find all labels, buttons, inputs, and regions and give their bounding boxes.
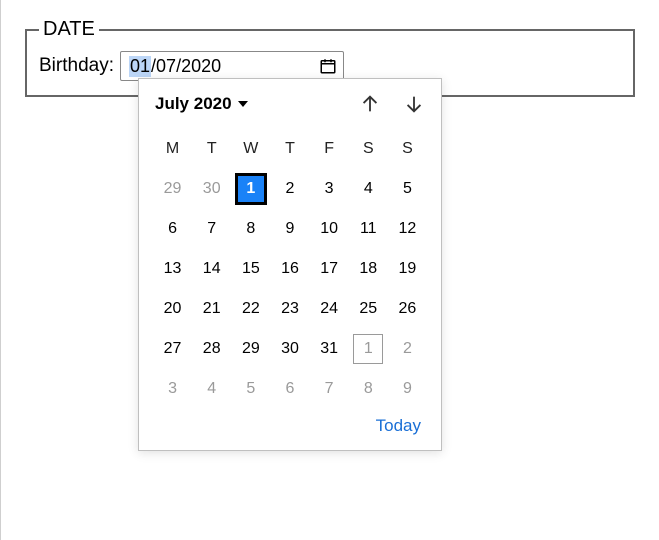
calendar-day[interactable]: 31: [310, 329, 349, 369]
weekday-header: S: [388, 129, 427, 169]
calendar-day[interactable]: 7: [192, 209, 231, 249]
calendar-day[interactable]: 27: [153, 329, 192, 369]
calendar-day[interactable]: 23: [270, 289, 309, 329]
date-month-segment[interactable]: 07: [156, 56, 176, 77]
calendar-day[interactable]: 10: [310, 209, 349, 249]
calendar-day[interactable]: 8: [231, 209, 270, 249]
weekday-header: T: [270, 129, 309, 169]
calendar-day[interactable]: 4: [192, 369, 231, 409]
birthday-date-input[interactable]: 01 / 07 / 2020: [120, 51, 344, 81]
calendar-day[interactable]: 8: [349, 369, 388, 409]
next-month-button[interactable]: [403, 93, 425, 115]
calendar-day[interactable]: 6: [270, 369, 309, 409]
picker-header: July 2020: [153, 93, 427, 117]
weekday-header: W: [231, 129, 270, 169]
calendar-day[interactable]: 5: [388, 169, 427, 209]
calendar-day[interactable]: 29: [153, 169, 192, 209]
calendar-day[interactable]: 2: [388, 329, 427, 369]
calendar-day[interactable]: 12: [388, 209, 427, 249]
calendar-day[interactable]: 18: [349, 249, 388, 289]
today-button[interactable]: Today: [376, 416, 421, 435]
calendar-day[interactable]: 4: [349, 169, 388, 209]
month-nav: [359, 93, 425, 115]
weekday-header: M: [153, 129, 192, 169]
weekday-header: T: [192, 129, 231, 169]
month-year-label: July 2020: [155, 94, 232, 114]
calendar-day[interactable]: 29: [231, 329, 270, 369]
prev-month-button[interactable]: [359, 93, 381, 115]
calendar-day[interactable]: 6: [153, 209, 192, 249]
calendar-icon[interactable]: [319, 57, 337, 75]
month-year-button[interactable]: July 2020: [155, 94, 248, 114]
calendar-day[interactable]: 22: [231, 289, 270, 329]
date-day-segment[interactable]: 01: [129, 56, 151, 77]
calendar-day[interactable]: 1: [349, 329, 388, 369]
arrow-down-icon: [403, 93, 425, 115]
date-value: 01 / 07 / 2020: [129, 56, 221, 77]
calendar-day[interactable]: 1: [231, 169, 270, 209]
calendar-day[interactable]: 16: [270, 249, 309, 289]
calendar-day[interactable]: 20: [153, 289, 192, 329]
calendar-day[interactable]: 30: [270, 329, 309, 369]
calendar-day[interactable]: 25: [349, 289, 388, 329]
date-picker-popup: July 2020 MTWTFSS 2930123456789101112131…: [138, 78, 442, 451]
calendar-day[interactable]: 24: [310, 289, 349, 329]
calendar-day[interactable]: 17: [310, 249, 349, 289]
weekday-header: F: [310, 129, 349, 169]
weekday-header: S: [349, 129, 388, 169]
calendar-grid: MTWTFSS 29301234567891011121314151617181…: [153, 129, 427, 409]
calendar-day[interactable]: 9: [270, 209, 309, 249]
calendar-day[interactable]: 21: [192, 289, 231, 329]
calendar-day[interactable]: 11: [349, 209, 388, 249]
fieldset-legend: DATE: [39, 18, 99, 41]
calendar-day[interactable]: 26: [388, 289, 427, 329]
calendar-day[interactable]: 28: [192, 329, 231, 369]
arrow-up-icon: [359, 93, 381, 115]
input-row: Birthday: 01 / 07 / 2020: [39, 51, 621, 81]
calendar-day[interactable]: 9: [388, 369, 427, 409]
date-year-segment[interactable]: 2020: [181, 56, 221, 77]
picker-footer: Today: [153, 409, 427, 440]
calendar-day[interactable]: 15: [231, 249, 270, 289]
calendar-day[interactable]: 13: [153, 249, 192, 289]
calendar-day[interactable]: 30: [192, 169, 231, 209]
calendar-day[interactable]: 2: [270, 169, 309, 209]
birthday-label: Birthday:: [39, 55, 114, 77]
calendar-day[interactable]: 3: [153, 369, 192, 409]
calendar-day[interactable]: 5: [231, 369, 270, 409]
chevron-down-icon: [238, 101, 248, 107]
calendar-day[interactable]: 7: [310, 369, 349, 409]
calendar-day[interactable]: 3: [310, 169, 349, 209]
calendar-day[interactable]: 19: [388, 249, 427, 289]
calendar-day[interactable]: 14: [192, 249, 231, 289]
